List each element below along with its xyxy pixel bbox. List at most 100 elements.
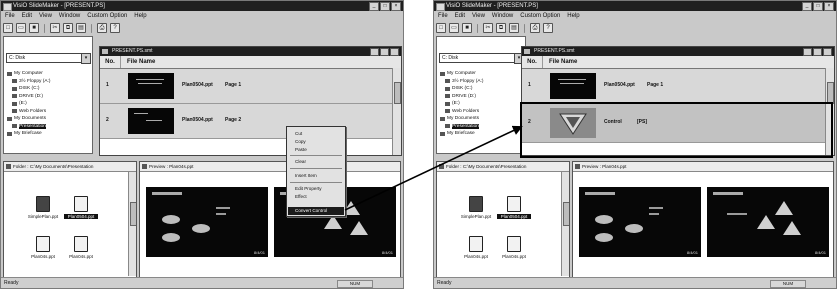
tree-item-selected[interactable]: Presentation — [7, 123, 90, 131]
vertical-scrollbar[interactable] — [825, 68, 834, 155]
copy-icon[interactable]: ⧉ — [63, 23, 73, 33]
minimize-button[interactable]: _ — [802, 2, 812, 11]
file-item[interactable]: Plan04s.ppt — [497, 236, 531, 259]
file-item[interactable]: Plan0504.ppt — [64, 196, 98, 219]
maximize-button[interactable] — [380, 48, 389, 56]
file-item[interactable]: Plan0504.ppt — [497, 196, 531, 219]
tree-item[interactable]: My Briefcase — [440, 130, 523, 138]
close-button[interactable] — [823, 48, 832, 56]
close-button[interactable] — [390, 48, 399, 56]
menu-item-effect[interactable]: Effect — [295, 194, 307, 199]
menu-file[interactable]: File — [438, 11, 448, 21]
tree-item-selected[interactable]: Presentation — [440, 123, 523, 131]
preview-slide[interactable]: 8/4/01 — [579, 187, 701, 257]
tree-item[interactable]: My Computer — [440, 70, 523, 78]
triangle-shape — [775, 201, 793, 215]
menu-custom-option[interactable]: Custom Option — [87, 11, 127, 21]
file-item[interactable]: SimplePlan.ppt — [459, 196, 493, 219]
vertical-scrollbar[interactable] — [128, 172, 136, 276]
tree-item[interactable]: Web Folders — [440, 108, 523, 116]
menu-window[interactable]: Window — [492, 11, 513, 21]
file-item[interactable]: SimplePlan.ppt — [26, 196, 60, 219]
column-no[interactable]: No. — [100, 56, 121, 68]
scroll-thumb[interactable] — [827, 82, 834, 104]
cut-icon[interactable]: ✂ — [483, 23, 493, 33]
minimize-button[interactable] — [370, 48, 379, 56]
tree-item[interactable]: DISK (C:) — [440, 85, 523, 93]
paste-icon[interactable]: ▤ — [509, 23, 519, 33]
menu-view[interactable]: View — [39, 11, 52, 21]
file-label: Plan04s.ppt — [31, 254, 55, 259]
print-icon[interactable]: ⎙ — [530, 23, 540, 33]
file-item[interactable]: Plan04s.ppt — [459, 236, 493, 259]
minimize-button[interactable] — [803, 48, 812, 56]
tree-item[interactable]: (E:) — [7, 100, 90, 108]
menu-custom-option[interactable]: Custom Option — [520, 11, 560, 21]
new-file-icon[interactable]: □ — [3, 23, 13, 33]
preview-slide[interactable]: 8/4/01 — [146, 187, 268, 257]
close-button[interactable]: × — [391, 2, 401, 11]
menu-item-convert-control[interactable]: Convert Control — [288, 207, 344, 215]
menu-item-insert[interactable]: Insert Item — [295, 173, 317, 178]
tree-item[interactable]: My Documents — [7, 115, 90, 123]
menu-window[interactable]: Window — [59, 11, 80, 21]
file-item[interactable]: Plan04s.ppt — [64, 236, 98, 259]
cut-icon[interactable]: ✂ — [50, 23, 60, 33]
diagram-ellipse — [625, 224, 643, 233]
tree-item[interactable]: My Documents — [440, 115, 523, 123]
print-icon[interactable]: ⎙ — [97, 23, 107, 33]
maximize-button[interactable]: □ — [813, 2, 823, 11]
tree-item[interactable]: Web Folders — [7, 108, 90, 116]
close-button[interactable]: × — [824, 2, 834, 11]
scroll-thumb[interactable] — [394, 82, 401, 104]
preview-slide[interactable]: 8/4/01 — [707, 187, 829, 257]
tree-item[interactable]: DISK (C:) — [7, 85, 90, 93]
maximize-button[interactable] — [813, 48, 822, 56]
tree-item[interactable]: My Briefcase — [7, 130, 90, 138]
slide-row[interactable]: 1 Plan0504.ppt Page 1 — [100, 69, 401, 104]
paste-icon[interactable]: ▤ — [76, 23, 86, 33]
tree-item[interactable]: (E:) — [440, 100, 523, 108]
folder-icon — [439, 164, 444, 169]
scroll-thumb[interactable] — [130, 202, 136, 226]
vertical-scrollbar[interactable] — [561, 172, 569, 276]
menu-view[interactable]: View — [472, 11, 485, 21]
slide-row[interactable]: 2 Plan0504.ppt Page 2 — [100, 104, 401, 139]
menu-item-copy[interactable]: Copy — [295, 139, 306, 144]
menu-item-paste[interactable]: Paste — [295, 147, 307, 152]
save-icon[interactable]: ■ — [29, 23, 39, 33]
minimize-button[interactable]: _ — [369, 2, 379, 11]
menu-edit[interactable]: Edit — [455, 11, 465, 21]
new-file-icon[interactable]: □ — [436, 23, 446, 33]
menu-help[interactable]: Help — [567, 11, 579, 21]
copy-icon[interactable]: ⧉ — [496, 23, 506, 33]
menu-item-edit-property[interactable]: Edit Property — [295, 186, 322, 191]
drive-select[interactable]: C: Disk — [439, 53, 515, 63]
help-icon[interactable]: ? — [110, 23, 120, 33]
save-icon[interactable]: ■ — [462, 23, 472, 33]
scroll-thumb[interactable] — [563, 202, 569, 226]
column-file-name[interactable]: File Name — [121, 56, 155, 68]
file-item[interactable]: Plan04s.ppt — [26, 236, 60, 259]
menu-item-cut[interactable]: Cut — [295, 131, 302, 136]
menu-item-clear[interactable]: Clear — [295, 159, 306, 164]
help-icon[interactable]: ? — [543, 23, 553, 33]
tree-item[interactable]: 3½ Floppy (A:) — [7, 78, 90, 86]
drive-select[interactable]: C: Disk — [6, 53, 82, 63]
maximize-button[interactable]: □ — [380, 2, 390, 11]
menu-file[interactable]: File — [5, 11, 15, 21]
slide-row-converted[interactable]: 2 Control [PS] — [522, 104, 834, 143]
open-folder-icon[interactable]: ▭ — [449, 23, 459, 33]
column-no[interactable]: No. — [522, 56, 543, 68]
open-folder-icon[interactable]: ▭ — [16, 23, 26, 33]
vertical-scrollbar[interactable] — [392, 68, 401, 155]
tree-item[interactable]: DRIVE (D:) — [440, 93, 523, 101]
menu-edit[interactable]: Edit — [22, 11, 32, 21]
tree-item[interactable]: My Computer — [7, 70, 90, 78]
slide-row[interactable]: 1 Plan0504.ppt Page 1 — [522, 69, 834, 104]
tree-item[interactable]: 3½ Floppy (A:) — [440, 78, 523, 86]
chevron-down-icon[interactable]: ▾ — [81, 53, 91, 64]
menu-help[interactable]: Help — [134, 11, 146, 21]
tree-item[interactable]: DRIVE (D:) — [7, 93, 90, 101]
column-file-name[interactable]: File Name — [543, 56, 577, 68]
